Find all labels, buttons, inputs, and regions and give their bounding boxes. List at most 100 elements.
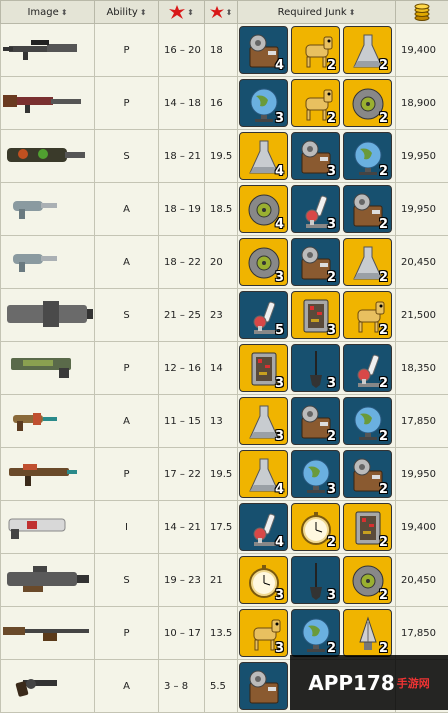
weapon-image <box>1 554 95 607</box>
junk-quantity: 3 <box>275 111 284 126</box>
table-row[interactable]: P17 – 2219.543219,950 <box>1 448 448 501</box>
column-header-image[interactable]: Image⬍ <box>1 1 95 24</box>
junk-item-board[interactable]: 2 <box>343 503 392 551</box>
junk-item-shovel[interactable]: 3 <box>291 556 340 604</box>
junk-item-globe[interactable]: 2 <box>343 132 392 180</box>
junk-item-radio[interactable]: 2 <box>291 397 340 445</box>
sort-icon: ⬍ <box>140 8 147 17</box>
junk-item-bulb[interactable]: 2 <box>343 609 392 657</box>
weapon-icon <box>3 36 93 64</box>
weapon-image <box>1 130 95 183</box>
junk-item-horse[interactable]: 3 <box>239 609 288 657</box>
column-header-ability[interactable]: Ability⬍ <box>95 1 159 24</box>
junk-item-watch[interactable]: 2 <box>291 503 340 551</box>
damage-cell: 18 – 22 <box>159 236 205 289</box>
junk-item-watch[interactable]: 3 <box>239 556 288 604</box>
ability-cell: P <box>95 77 159 130</box>
weapon-icon <box>3 301 93 329</box>
column-header-price[interactable] <box>396 1 448 24</box>
junk-quantity: 3 <box>327 164 336 179</box>
junk-quantity: 2 <box>379 217 388 232</box>
junk-item-tape[interactable]: 4 <box>239 185 288 233</box>
table-row[interactable]: P16 – 201842219,400 <box>1 24 448 77</box>
dps-cell: 17.5 <box>205 501 238 554</box>
junk-quantity: 3 <box>275 588 284 603</box>
weapon-image <box>1 24 95 77</box>
junk-item-tape[interactable]: 3 <box>239 238 288 286</box>
weapon-image <box>1 183 95 236</box>
junk-item-flask[interactable]: 4 <box>239 132 288 180</box>
damage-cell: 11 – 15 <box>159 395 205 448</box>
weapon-icon <box>3 672 93 700</box>
damage-cell: 14 – 18 <box>159 77 205 130</box>
junk-item-radio[interactable]: 4 <box>239 26 288 74</box>
junk-item-microscope[interactable]: 3 <box>291 185 340 233</box>
junk-item-tape[interactable]: 2 <box>343 556 392 604</box>
table-row[interactable]: A18 – 222032220,450 <box>1 236 448 289</box>
junk-item-flask[interactable]: 4 <box>239 450 288 498</box>
junk-item-microscope[interactable]: 5 <box>239 291 288 339</box>
price-cell: 21,500 <box>396 289 448 342</box>
junk-item-radio[interactable]: 2 <box>343 450 392 498</box>
junk-item-flask[interactable]: 2 <box>343 26 392 74</box>
ability-cell: S <box>95 130 159 183</box>
table-row[interactable]: S21 – 252353221,500 <box>1 289 448 342</box>
required-junk-cell: 322 <box>238 236 396 289</box>
junk-quantity: 2 <box>379 270 388 285</box>
junk-item-horse[interactable]: 2 <box>343 291 392 339</box>
required-junk-cell: 3 22 <box>238 395 396 448</box>
table-row[interactable]: S18 – 2119.543219,950 <box>1 130 448 183</box>
table-row[interactable]: P10 – 1713.532217,850 <box>1 607 448 660</box>
junk-item-flask[interactable]: 3 <box>239 397 288 445</box>
table-row[interactable]: A11 – 151332217,850 <box>1 395 448 448</box>
table-row[interactable]: S19 – 232133220,450 <box>1 554 448 607</box>
junk-item-flask[interactable]: 2 <box>343 238 392 286</box>
radio-icon <box>246 669 282 707</box>
column-header-required-junk[interactable]: Required Junk⬍ <box>238 1 396 24</box>
junk-item-radio[interactable]: 2 <box>343 185 392 233</box>
dps-cell: 5.5 <box>205 660 238 713</box>
weapon-image <box>1 501 95 554</box>
weapon-image <box>1 448 95 501</box>
price-cell: 19,400 <box>396 24 448 77</box>
ability-cell: A <box>95 183 159 236</box>
required-junk-cell: 4 32 <box>238 130 396 183</box>
junk-quantity: 3 <box>327 588 336 603</box>
ability-cell: P <box>95 448 159 501</box>
damage-cell: 14 – 21 <box>159 501 205 554</box>
junk-item-horse[interactable]: 2 <box>291 79 340 127</box>
sort-icon: ⬍ <box>349 8 356 17</box>
junk-item-radio[interactable]: 2 <box>291 238 340 286</box>
junk-item-horse[interactable]: 2 <box>291 26 340 74</box>
table-row[interactable]: I14 – 2117.542219,400 <box>1 501 448 554</box>
junk-item-globe[interactable]: 3 <box>239 79 288 127</box>
junk-quantity: 2 <box>379 376 388 391</box>
junk-item-microscope[interactable]: 2 <box>343 344 392 392</box>
junk-quantity: 3 <box>327 482 336 497</box>
junk-item-tape[interactable]: 2 <box>343 79 392 127</box>
table-row[interactable]: P12 – 161433218,350 <box>1 342 448 395</box>
damage-cell: 3 – 8 <box>159 660 205 713</box>
table-row[interactable]: P14 – 181632218,900 <box>1 77 448 130</box>
weapon-image <box>1 77 95 130</box>
column-header-dps[interactable]: ⬍ <box>205 1 238 24</box>
weapon-icon <box>3 619 93 647</box>
damage-cell: 17 – 22 <box>159 448 205 501</box>
junk-item-board[interactable]: 3 <box>239 344 288 392</box>
junk-quantity: 2 <box>327 429 336 444</box>
junk-item-microscope[interactable]: 4 <box>239 503 288 551</box>
junk-item-radio[interactable]: 3 <box>291 132 340 180</box>
junk-item-globe[interactable]: 2 <box>343 397 392 445</box>
column-header-damage[interactable]: ⬍ <box>159 1 205 24</box>
junk-quantity: 3 <box>327 217 336 232</box>
junk-item-globe[interactable]: 3 <box>291 450 340 498</box>
dps-cell: 19.5 <box>205 448 238 501</box>
junk-item-board[interactable]: 3 <box>291 291 340 339</box>
junk-item-shovel[interactable]: 3 <box>291 344 340 392</box>
junk-item-globe[interactable]: 2 <box>291 609 340 657</box>
dps-cell: 20 <box>205 236 238 289</box>
table-row[interactable]: A18 – 1918.543219,950 <box>1 183 448 236</box>
weapon-image <box>1 236 95 289</box>
ability-cell: A <box>95 660 159 713</box>
junk-item-radio[interactable] <box>239 662 288 710</box>
